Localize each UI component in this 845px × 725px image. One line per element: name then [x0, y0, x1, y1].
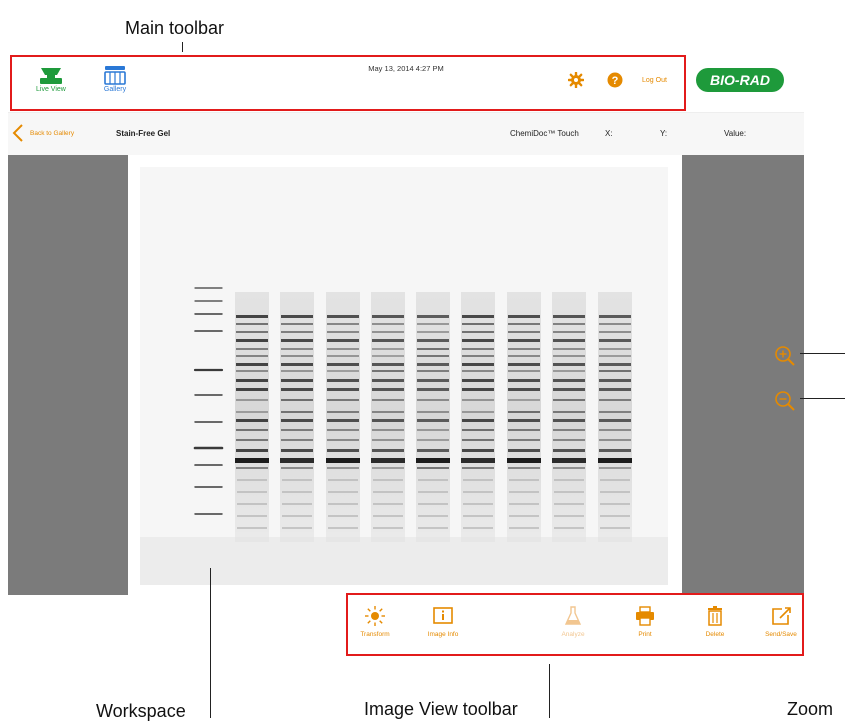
zoom-out-button[interactable] — [774, 390, 796, 417]
leader-line-zoom-in — [800, 353, 845, 354]
leader-line-zoom-out — [800, 398, 845, 399]
y-coordinate-label: Y: — [660, 129, 668, 138]
gel-lane — [416, 292, 450, 542]
bio-rad-logo: BIO-RAD — [696, 68, 784, 92]
leader-line-image-view-toolbar — [549, 664, 550, 718]
gel-lane — [552, 292, 586, 542]
main-toolbar-highlight — [10, 55, 686, 111]
zoom-in-button[interactable] — [774, 345, 796, 372]
gel-lane — [461, 292, 495, 542]
gel-lane — [280, 292, 314, 542]
callout-workspace: Workspace — [96, 701, 186, 721]
gel-lane — [371, 292, 405, 542]
gel-image[interactable] — [140, 167, 668, 585]
image-title: Stain-Free Gel — [116, 129, 171, 138]
image-info-bar: Back to Gallery Stain-Free Gel ChemiDoc™… — [8, 112, 804, 156]
callout-image-view-toolbar: Image View toolbar — [364, 699, 518, 719]
value-label: Value: — [724, 129, 747, 138]
image-view-toolbar-highlight — [346, 593, 804, 656]
gel-lane — [326, 292, 360, 542]
chevron-left-icon — [12, 124, 23, 142]
callout-zoom: Zoom — [787, 699, 834, 719]
gel-lane — [598, 292, 632, 542]
workspace — [8, 155, 804, 595]
workspace-right-margin — [682, 155, 804, 595]
back-to-gallery-label: Back to Gallery — [30, 129, 75, 137]
leader-line-workspace — [210, 568, 211, 718]
workspace-left-margin — [8, 155, 128, 595]
instrument-name: ChemiDoc™ Touch — [510, 129, 579, 138]
zoom-out-icon — [775, 391, 795, 411]
gel-lane — [235, 292, 269, 542]
x-coordinate-label: X: — [605, 129, 613, 138]
gel-lane — [507, 292, 541, 542]
callout-main-toolbar: Main toolbar — [125, 18, 225, 38]
gel-image-canvas — [140, 167, 668, 585]
zoom-in-icon — [775, 346, 795, 366]
back-to-gallery-button[interactable]: Back to Gallery — [12, 123, 74, 143]
app-window: Live View Gallery May 13, 2014 4:27 PM ?… — [8, 52, 804, 652]
